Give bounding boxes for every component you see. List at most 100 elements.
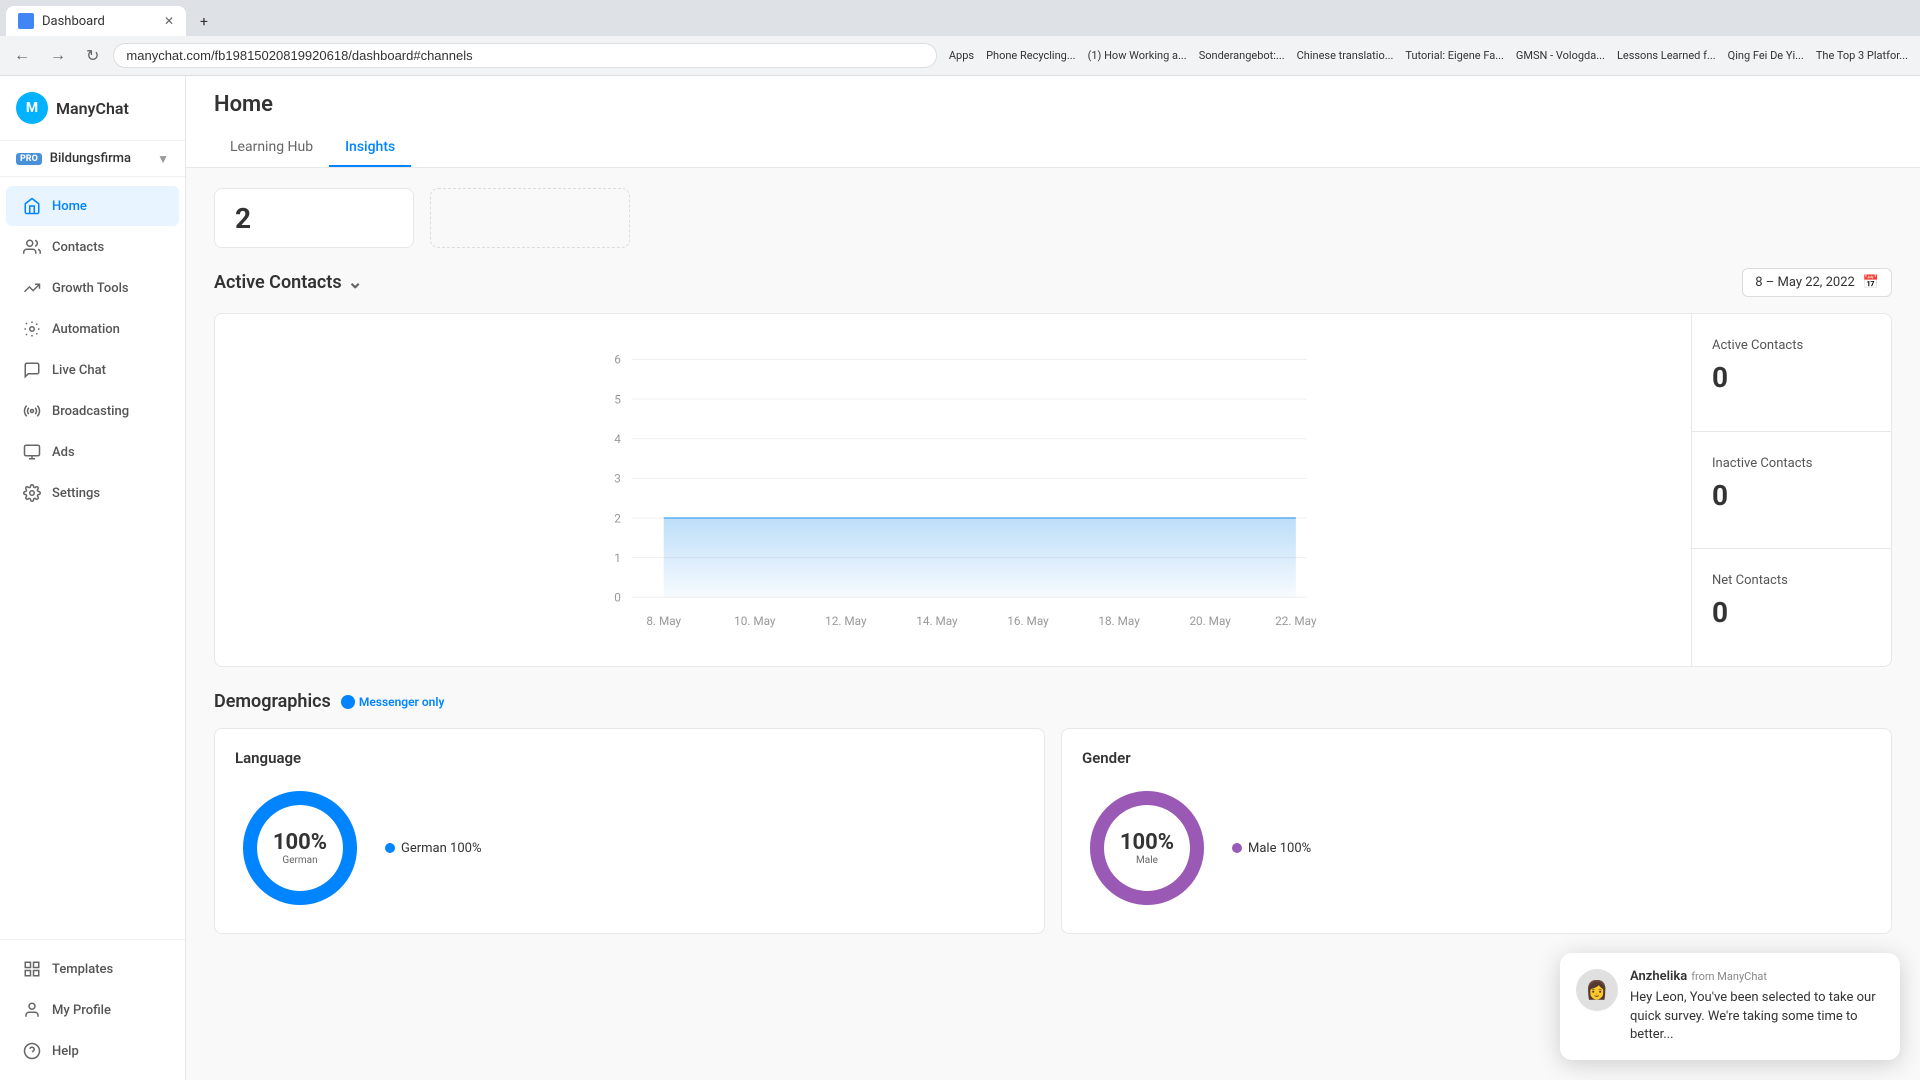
date-range-text: 8 – May 22, 2022 [1755,275,1855,290]
calendar-icon: 📅 [1863,275,1879,290]
bookmark-2[interactable]: (1) How Working a... [1084,47,1191,64]
bookmark-4[interactable]: Chinese translatio... [1293,47,1398,64]
active-contacts-title-text: Active Contacts [214,272,342,293]
chart-area: 6 5 4 3 2 1 0 8. May 10. May 12. May 14.… [215,314,1691,666]
svg-text:5: 5 [614,392,621,406]
svg-text:16. May: 16. May [1007,614,1049,628]
bookmark-5[interactable]: Tutorial: Eigene Fa... [1401,47,1508,64]
chat-avatar: 👩 [1576,969,1618,1011]
page-title: Home [214,92,1892,117]
german-legend-label: German 100% [401,841,481,856]
svg-text:0: 0 [614,591,621,605]
language-card-title: Language [235,749,1024,767]
bookmark-9[interactable]: The Top 3 Platfor... [1812,47,1912,64]
sidebar-item-live-chat[interactable]: Live Chat [6,350,179,390]
svg-text:4: 4 [614,432,621,446]
sidebar-item-live-chat-label: Live Chat [52,363,106,378]
gender-legend: Male 100% [1232,841,1311,856]
chat-widget-body: 👩 Anzhelika from ManyChat Hey Leon, You'… [1560,953,1900,1060]
tab-insights[interactable]: Insights [329,129,411,167]
bookmark-6[interactable]: GMSN - Vologda... [1512,47,1609,64]
svg-text:10. May: 10. May [734,614,776,628]
sidebar-item-help-label: Help [52,1044,79,1059]
main-content: Home Learning Hub Insights 2 Active Cont… [186,76,1920,1080]
tab-favicon [18,13,34,29]
sidebar-item-growth-tools[interactable]: Growth Tools [6,268,179,308]
sidebar-item-templates[interactable]: Templates [6,949,179,989]
contacts-icon [22,237,42,257]
demographics-section: Demographics Messenger only Language [214,691,1892,934]
sidebar-item-settings[interactable]: Settings [6,473,179,513]
ads-icon [22,442,42,462]
svg-text:3: 3 [614,472,621,486]
svg-text:20. May: 20. May [1189,614,1231,628]
active-contacts-stat-value: 0 [1712,361,1871,394]
page-header: Home Learning Hub Insights [186,76,1920,168]
svg-text:14. May: 14. May [916,614,958,628]
broadcasting-icon [22,401,42,421]
language-card: Language 100% German [214,728,1045,934]
account-chevron-icon: ▼ [157,152,169,166]
bookmark-3[interactable]: Sonderangebot:... [1195,47,1289,64]
sidebar-item-broadcasting[interactable]: Broadcasting [6,391,179,431]
logo-text: ManyChat [56,99,129,118]
svg-text:12. May: 12. May [825,614,867,628]
new-tab-button[interactable]: + [190,8,218,36]
sidebar-item-ads[interactable]: Ads [6,432,179,472]
tab-close-button[interactable]: ✕ [164,14,174,28]
refresh-button[interactable]: ↻ [80,42,105,70]
chat-widget[interactable]: 👩 Anzhelika from ManyChat Hey Leon, You'… [1560,953,1900,1060]
net-contacts-stat: Net Contacts 0 [1692,549,1891,666]
sidebar-item-ads-label: Ads [52,445,75,460]
chat-message-text: Hey Leon, You've been selected to take o… [1630,989,1884,1044]
back-button[interactable]: ← [8,43,36,69]
top-card-2 [430,188,630,248]
active-contacts-title[interactable]: Active Contacts ⌄ [214,272,363,293]
bookmark-apps[interactable]: Apps [945,47,978,64]
home-icon [22,196,42,216]
sidebar-item-my-profile[interactable]: My Profile [6,990,179,1030]
sidebar-item-my-profile-label: My Profile [52,1003,111,1018]
sidebar-item-growth-tools-label: Growth Tools [52,281,129,296]
growth-tools-icon [22,278,42,298]
bookmark-1[interactable]: Phone Recycling... [982,47,1079,64]
net-contacts-stat-label: Net Contacts [1712,573,1871,588]
male-legend-label: Male 100% [1248,841,1311,856]
active-tab[interactable]: Dashboard ✕ [6,6,186,36]
bookmark-8[interactable]: Qing Fei De Yi... [1724,47,1808,64]
messenger-only-badge: Messenger only [341,695,445,709]
chat-content: Anzhelika from ManyChat Hey Leon, You've… [1630,969,1884,1044]
nav-bar: ← → ↻ Apps Phone Recycling... (1) How Wo… [0,36,1920,76]
date-range-picker[interactable]: 8 – May 22, 2022 📅 [1742,268,1892,297]
sidebar-item-templates-label: Templates [52,962,113,977]
sidebar: M ManyChat PRO Bildungsfirma ▼ Home Cont… [0,76,186,1080]
contacts-chart-svg: 6 5 4 3 2 1 0 8. May 10. May 12. May 14.… [239,338,1667,638]
svg-text:8. May: 8. May [646,614,681,628]
active-contacts-stat-label: Active Contacts [1712,338,1871,353]
active-contacts-chart-panel: 6 5 4 3 2 1 0 8. May 10. May 12. May 14.… [214,313,1892,667]
stats-panel: Active Contacts 0 Inactive Contacts 0 Ne… [1691,314,1891,666]
sidebar-item-contacts[interactable]: Contacts [6,227,179,267]
tab-learning-hub[interactable]: Learning Hub [214,129,329,167]
url-bar[interactable] [113,43,936,68]
svg-text:6: 6 [614,353,621,367]
language-percentage: 100% [273,830,327,855]
chat-sender-from: from ManyChat [1691,970,1767,983]
sidebar-item-contacts-label: Contacts [52,240,104,255]
manychat-logo-icon: M [16,92,48,124]
sidebar-logo: M ManyChat [0,76,185,141]
sidebar-item-settings-label: Settings [52,486,100,501]
svg-text:22. May: 22. May [1275,614,1317,628]
forward-button[interactable]: → [44,43,72,69]
sidebar-item-help[interactable]: Help [6,1031,179,1071]
bookmark-7[interactable]: Lessons Learned f... [1613,47,1720,64]
gender-card-content: 100% Male Male 100% [1082,783,1871,913]
sidebar-item-home-label: Home [52,199,87,214]
net-contacts-stat-value: 0 [1712,596,1871,629]
account-selector[interactable]: PRO Bildungsfirma ▼ [0,141,185,177]
sidebar-item-automation[interactable]: Automation [6,309,179,349]
male-legend-dot [1232,843,1242,853]
sidebar-item-home[interactable]: Home [6,186,179,226]
svg-text:18. May: 18. May [1098,614,1140,628]
nav-section: Home Contacts Growth Tools Automation [0,177,185,939]
